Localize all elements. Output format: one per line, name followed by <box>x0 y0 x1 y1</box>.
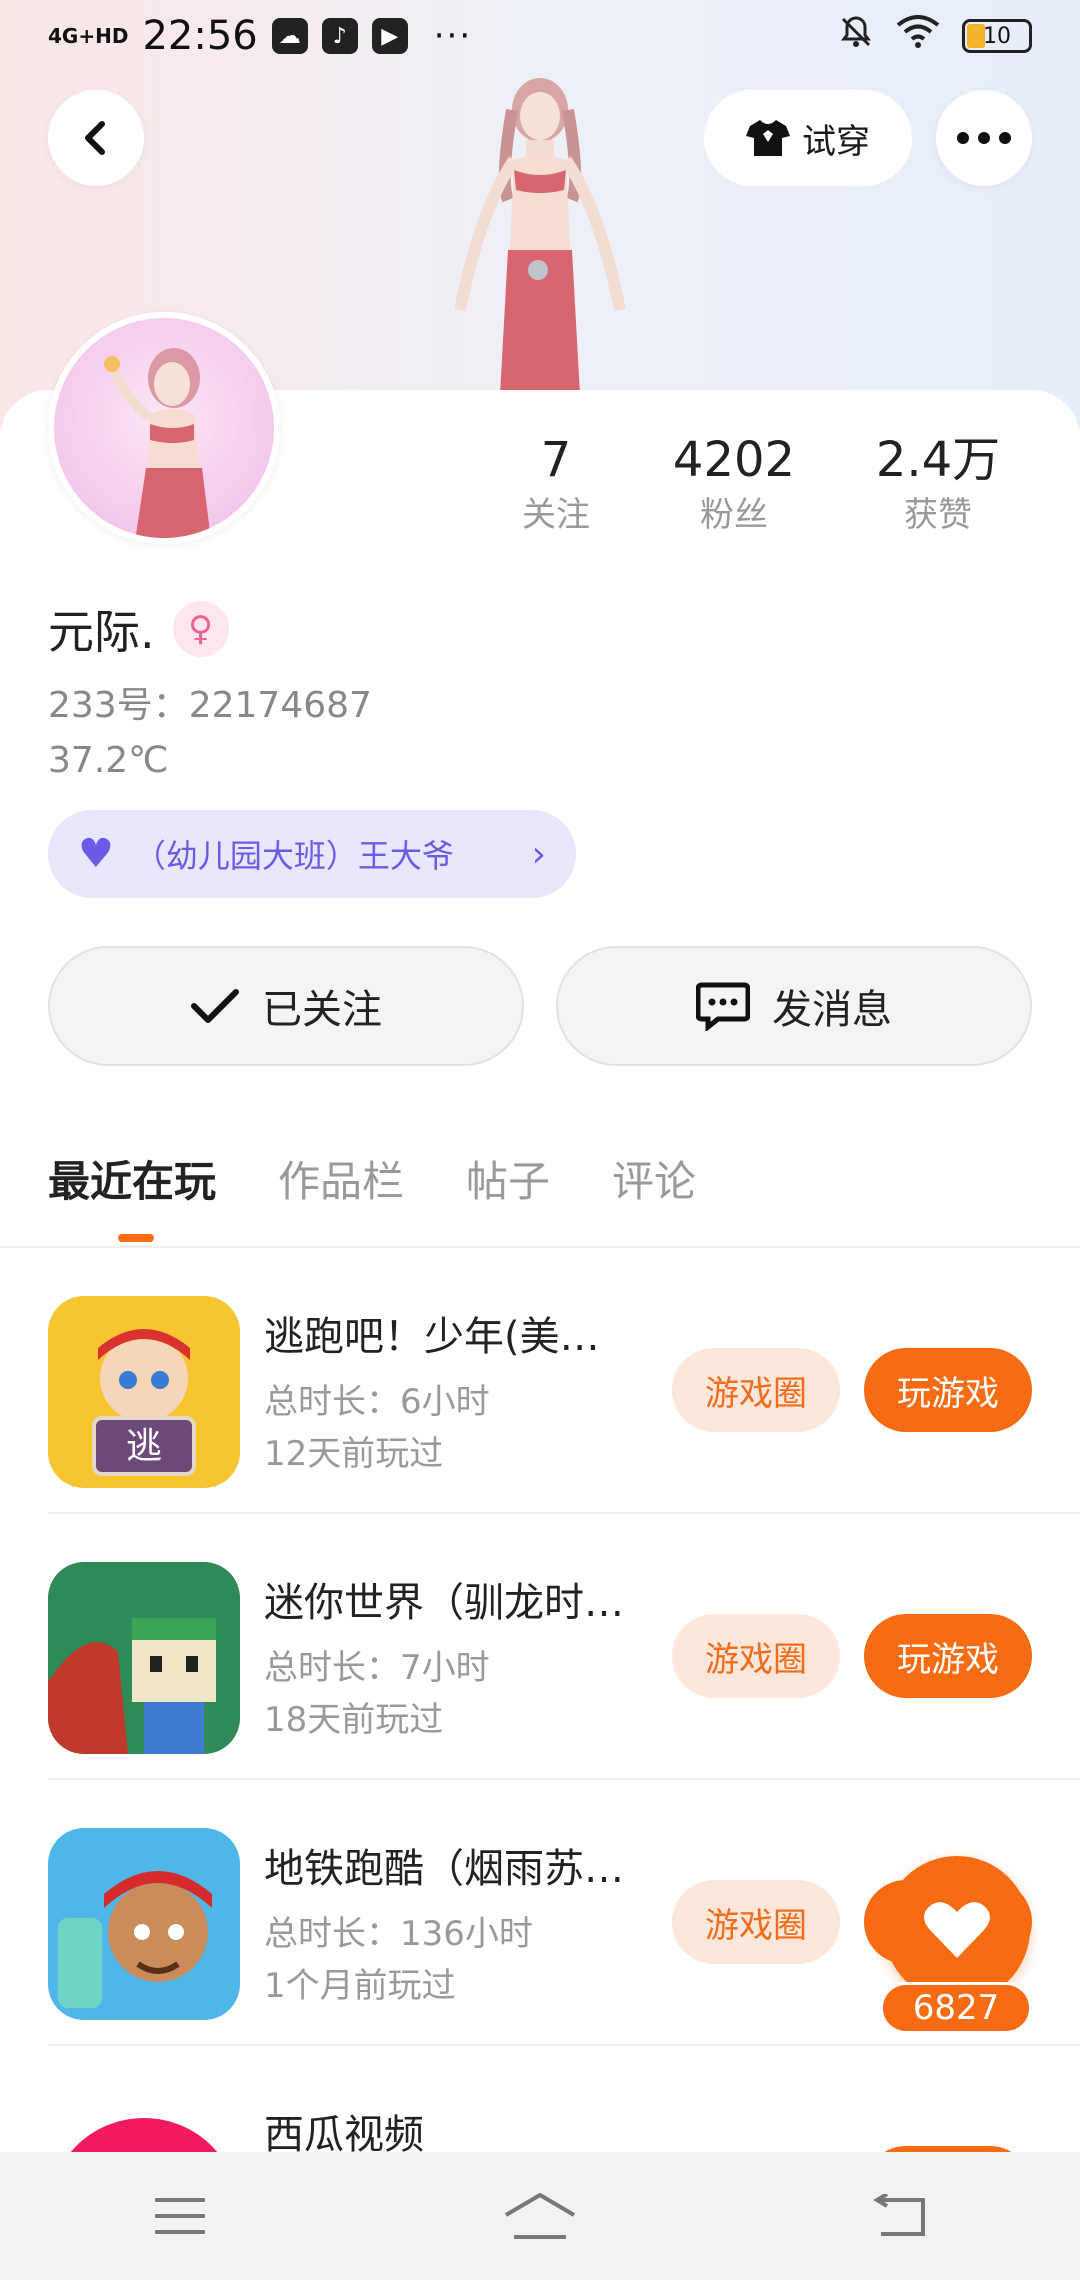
game-circle-button[interactable]: 游戏圈 <box>672 1348 840 1432</box>
video-icon: ▶ <box>371 18 408 54</box>
followers-count: 4202 <box>672 432 796 488</box>
status-bar: 4G+HD 22:56 ☁ ♪ ▶ ··· 10 <box>0 0 1080 72</box>
game-icon-mini-world[interactable] <box>48 1562 240 1754</box>
more-notifications-icon: ··· <box>433 16 473 56</box>
list-item[interactable]: 迷你世界（驯龙时… 总时长：7小时 18天前玩过 游戏圈 玩游戏 <box>48 1514 1080 1780</box>
home-nav-button[interactable] <box>480 2176 600 2256</box>
game-name: 迷你世界（驯龙时… <box>264 1580 624 1626</box>
play-game-button[interactable]: 玩游戏 <box>864 1614 1032 1698</box>
tab-comments[interactable]: 评论 <box>612 1148 696 1209</box>
name-row: 元际. ♀ <box>48 596 229 662</box>
chevron-left-icon <box>85 121 105 155</box>
title-badge-label: （幼儿园大班）王大爷 <box>133 837 454 875</box>
following-label: 关注 <box>522 495 590 535</box>
system-navigation-bar <box>0 2152 1080 2280</box>
send-message-label: 发消息 <box>772 987 892 1033</box>
home-icon <box>504 2192 576 2239</box>
list-item[interactable]: 逃 逃跑吧！少年(美… 总时长：6小时 12天前玩过 游戏圈 玩游戏 <box>48 1248 1080 1514</box>
game-last-played: 1个月前玩过 <box>264 1966 456 2006</box>
profile-stats: 7 关注 4202 粉丝 2.4万 获赞 <box>480 430 1060 540</box>
tab-works[interactable]: 作品栏 <box>278 1148 404 1209</box>
game-icon-subway-surfers[interactable] <box>48 1828 240 2020</box>
female-icon: ♀ <box>172 601 229 657</box>
send-message-button[interactable]: 发消息 <box>556 946 1032 1066</box>
game-last-played: 18天前玩过 <box>264 1700 444 1740</box>
back-button[interactable] <box>48 90 144 186</box>
following-stat[interactable]: 7 关注 <box>480 430 632 540</box>
following-count: 7 <box>540 432 572 488</box>
battery-icon: 10 <box>962 19 1032 53</box>
try-on-button[interactable]: 试穿 <box>704 90 912 186</box>
user-name: 元际. <box>48 605 155 659</box>
game-name: 地铁跑酷（烟雨苏… <box>264 1846 624 1892</box>
more-options-button[interactable] <box>936 90 1032 186</box>
user-id: 233号：22174687 <box>48 685 372 726</box>
followers-label: 粉丝 <box>700 495 768 535</box>
followed-label: 已关注 <box>262 987 382 1033</box>
music-icon: ♪ <box>321 18 358 54</box>
followers-stat[interactable]: 4202 粉丝 <box>632 430 836 540</box>
likes-stat[interactable]: 2.4万 获赞 <box>836 430 1040 540</box>
character-figure <box>454 78 626 395</box>
game-duration: 总时长：136小时 <box>264 1914 533 1954</box>
check-icon <box>191 989 239 1023</box>
game-duration: 总时长：6小时 <box>264 1382 490 1422</box>
game-circle-button[interactable]: 游戏圈 <box>672 1614 840 1698</box>
game-name: 逃跑吧！少年(美… <box>264 1314 600 1360</box>
try-on-label: 试穿 <box>802 121 870 162</box>
like-button[interactable] <box>884 1856 1030 2002</box>
game-last-played: 12天前玩过 <box>264 1434 444 1474</box>
cloud-icon: ☁ <box>271 18 308 54</box>
more-dots-icon <box>957 132 1011 144</box>
profile-tabs: 最近在玩 作品栏 帖子 评论 <box>48 1148 696 1242</box>
followed-button[interactable]: 已关注 <box>48 946 524 1066</box>
tab-recent-played[interactable]: 最近在玩 <box>48 1148 216 1209</box>
battery-level: 10 <box>983 23 1011 49</box>
svg-text:逃: 逃 <box>126 1426 162 1467</box>
like-count: 6827 <box>880 1982 1032 2034</box>
signal-icon: 4G+HD <box>48 24 129 48</box>
wifi-icon <box>896 14 940 58</box>
likes-label: 获赞 <box>904 495 972 535</box>
status-time: 22:56 <box>142 13 258 59</box>
chevron-right-icon: › <box>531 833 546 875</box>
mute-bell-icon <box>838 14 874 59</box>
game-duration: 总时长：7小时 <box>264 1648 490 1688</box>
likes-count: 2.4万 <box>875 432 1001 488</box>
game-circle-button[interactable]: 游戏圈 <box>672 1880 840 1964</box>
avatar[interactable] <box>48 312 280 544</box>
heart-icon: ♥ <box>78 831 114 877</box>
chat-icon <box>696 982 750 1031</box>
heart-icon <box>924 1902 990 1958</box>
user-temperature: 37.2℃ <box>48 740 169 781</box>
back-nav-button[interactable] <box>840 2176 960 2256</box>
menu-icon <box>155 2198 205 2234</box>
title-badge[interactable]: ♥ （幼儿园大班）王大爷 › <box>48 810 576 898</box>
active-tab-indicator <box>118 1234 154 1242</box>
game-icon-escape[interactable]: 逃 <box>48 1296 240 1488</box>
tab-posts[interactable]: 帖子 <box>466 1148 550 1209</box>
play-game-button[interactable]: 玩游戏 <box>864 1348 1032 1432</box>
back-nav-icon <box>873 2194 925 2236</box>
menu-nav-button[interactable] <box>120 2176 240 2256</box>
shirt-icon <box>746 120 790 156</box>
